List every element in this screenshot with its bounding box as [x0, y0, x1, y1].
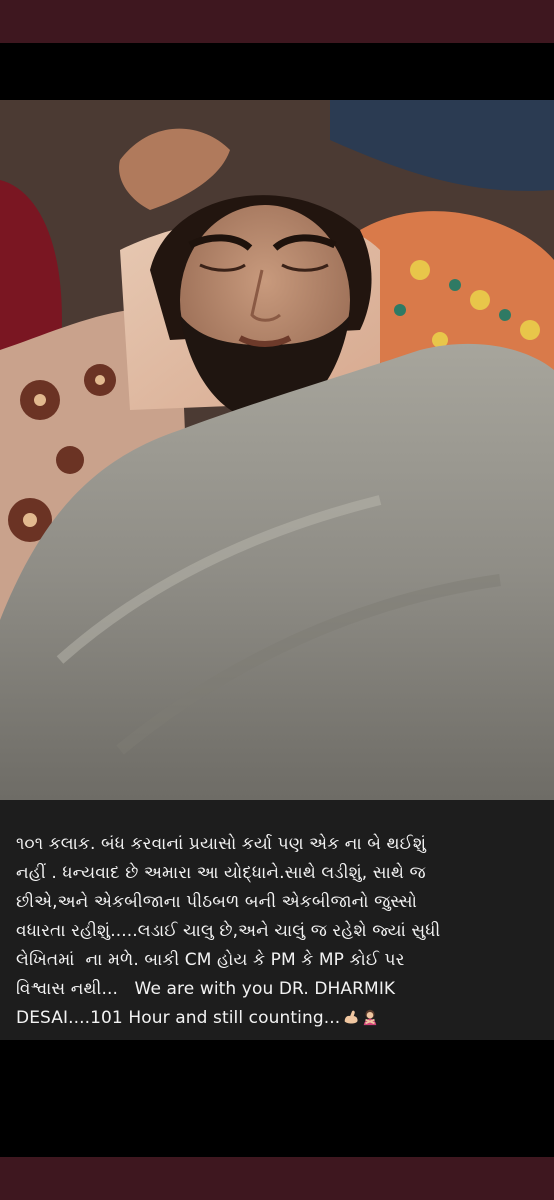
status-bar [0, 0, 554, 43]
caption-text: ૧૦૧ કલાક. બંધ કરવાનાં પ્રયાસો કર્યા પણ એ… [16, 830, 536, 1033]
woman-gesturing-no-icon [363, 1009, 377, 1026]
post-caption: ૧૦૧ કલાક. બંધ કરવાનાં પ્રયાસો કર્યા પણ એ… [0, 800, 554, 1040]
navigation-bar [0, 1157, 554, 1200]
screen: ૧૦૧ કલાક. બંધ કરવાનાં પ્રયાસો કર્યા પણ એ… [0, 0, 554, 1200]
emoji-row [340, 1008, 379, 1028]
post-photo[interactable] [0, 100, 554, 800]
caption-gujarati: ૧૦૧ કલાક. બંધ કરવાનાં પ્રયાસો કર્યા પણ એ… [16, 834, 441, 999]
flexed-biceps-icon [344, 1010, 358, 1024]
photo-illustration [0, 100, 554, 800]
